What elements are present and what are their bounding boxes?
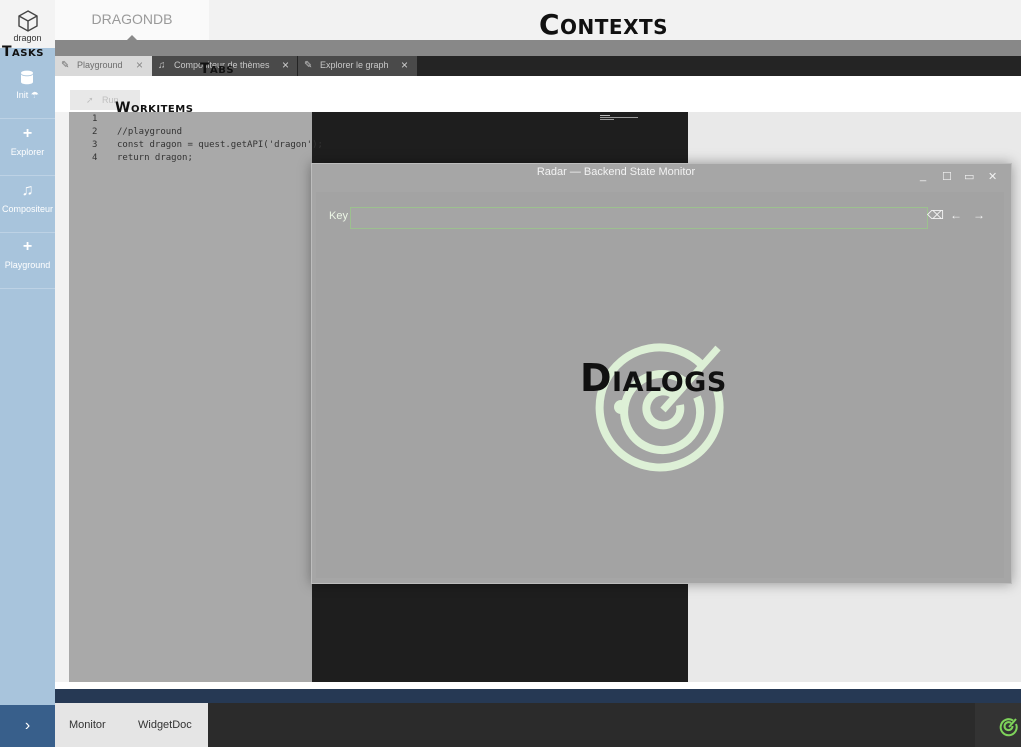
- sidebar-item-label: Compositeur: [1, 204, 54, 214]
- workitem-toolbar: [55, 76, 1021, 112]
- line-number: 3: [92, 140, 98, 150]
- database-icon: [21, 70, 33, 85]
- sidebar-item-compositeur[interactable]: ♫ Compositeur: [0, 176, 55, 233]
- close-icon[interactable]: ✕: [988, 170, 997, 183]
- sidebar-item-explorer[interactable]: + Explorer: [0, 119, 55, 176]
- dialogs-overlay-label: Dialogs: [580, 356, 727, 400]
- context-dragondb[interactable]: DRAGONDB: [55, 0, 209, 40]
- eraser-icon[interactable]: ⌫: [927, 208, 944, 222]
- tabs-separator: [55, 40, 1021, 56]
- tab-label: Playground: [77, 60, 123, 70]
- line-number: 1: [92, 114, 98, 124]
- sidebar-item-label: Explorer: [10, 147, 45, 157]
- music-icon: ♫: [21, 182, 34, 199]
- tab-explorer-le-graph[interactable]: ✎ Explorer le graph ×: [298, 56, 417, 76]
- sidebar-item-init[interactable]: Init ☂: [0, 62, 55, 119]
- cube-icon: [18, 10, 38, 32]
- code-line: return dragon;: [117, 153, 193, 163]
- sidebar-item-label: Playground: [4, 260, 51, 270]
- plus-icon: +: [22, 125, 33, 142]
- dialog-title: Radar — Backend State Monitor: [536, 166, 696, 178]
- music-icon: ♫: [158, 60, 166, 71]
- code-line: const dragon = quest.getAPI('dragon');: [117, 140, 323, 150]
- radar-status-icon: [999, 718, 1018, 737]
- minimize-icon[interactable]: _: [920, 170, 926, 182]
- rocket-icon: ➚: [86, 95, 94, 105]
- contexts-overlay-label: Contexts: [539, 8, 669, 41]
- status-corner[interactable]: [975, 703, 1021, 747]
- footer-divider: [55, 689, 1021, 703]
- footer-item-monitor[interactable]: Monitor: [69, 719, 106, 731]
- expand-taskbar-button[interactable]: ›: [0, 705, 55, 747]
- key-input[interactable]: [350, 207, 928, 229]
- close-icon[interactable]: ×: [136, 58, 143, 72]
- chevron-right-icon: ›: [24, 717, 31, 734]
- line-number: 2: [92, 127, 98, 137]
- tab-playground[interactable]: ✎ Playground ×: [55, 56, 152, 76]
- tabs-overlay-label: Tabs: [200, 61, 235, 77]
- key-label: Key: [329, 210, 348, 222]
- footer-item-widgetdoc[interactable]: WidgetDoc: [138, 719, 192, 731]
- workitems-overlay-label: Workitems: [115, 100, 194, 116]
- code-line: //playground: [117, 127, 183, 137]
- app-logo[interactable]: dragon: [0, 0, 55, 48]
- plus-icon: +: [22, 238, 33, 255]
- arrow-left-icon[interactable]: ←: [950, 208, 962, 222]
- restore-icon[interactable]: ☐: [942, 170, 952, 183]
- pencil-icon: ✎: [304, 60, 313, 71]
- editor-dimmed-area: [69, 112, 312, 682]
- sidebar-item-label: Init ☂: [16, 90, 39, 100]
- close-icon[interactable]: ×: [282, 58, 289, 72]
- arrow-right-icon[interactable]: →: [973, 208, 985, 222]
- sidebar-item-playground[interactable]: + Playground: [0, 232, 55, 289]
- line-number: 4: [92, 153, 98, 163]
- maximize-icon[interactable]: ▭: [964, 170, 974, 183]
- logo-text: dragon: [13, 33, 42, 43]
- editor-minimap[interactable]: [600, 114, 648, 122]
- pencil-icon: ✎: [61, 60, 70, 71]
- close-icon[interactable]: ×: [401, 58, 408, 72]
- tasks-overlay-label: Tasks: [2, 44, 44, 60]
- tab-label: Explorer le graph: [320, 60, 389, 70]
